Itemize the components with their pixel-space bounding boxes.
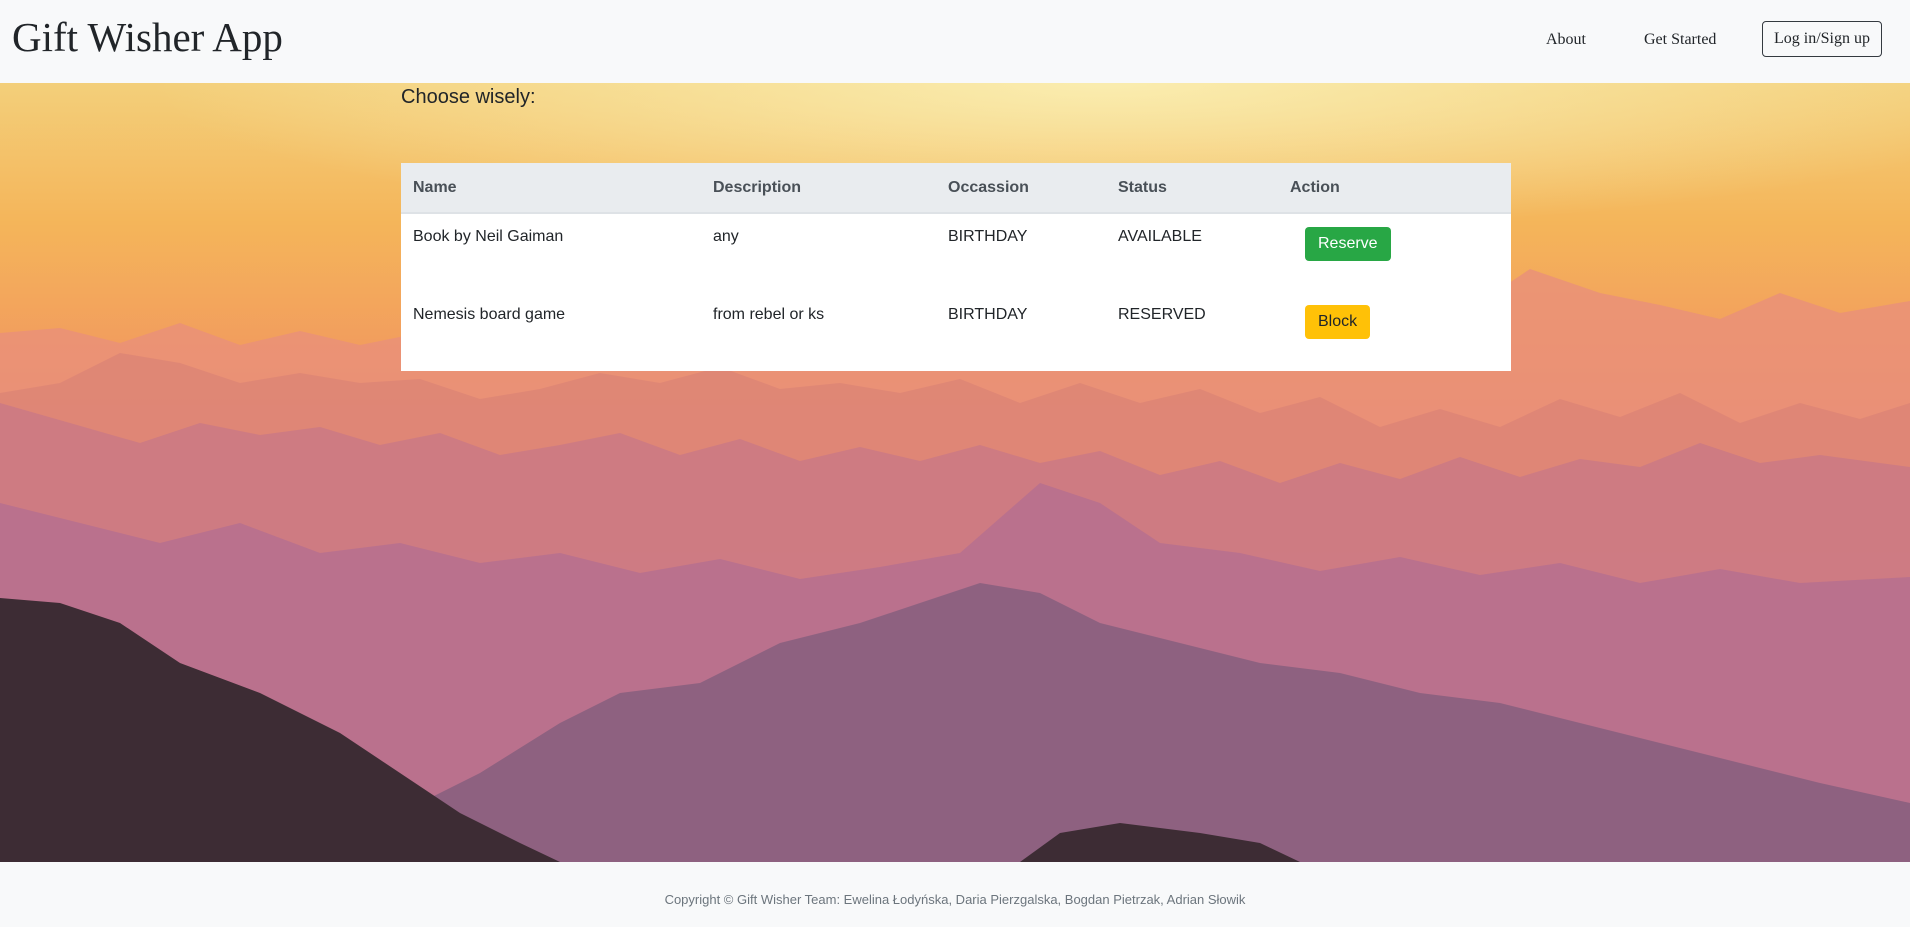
page-heading: Choose wisely: [401, 86, 536, 108]
footer: Copyright © Gift Wisher Team: Ewelina Ło… [0, 862, 1910, 927]
gift-status-cell: AVAILABLE [1118, 228, 1202, 245]
column-header-action: Action [1278, 163, 1511, 214]
block-button[interactable]: Block [1305, 305, 1371, 339]
gift-name-cell: Nemesis board game [413, 306, 566, 323]
gift-occasion-cell: BIRTHDAY [948, 228, 1028, 245]
nav-about-link[interactable]: About [1546, 28, 1586, 52]
login-signup-button[interactable]: Log in/Sign up [1762, 21, 1882, 57]
gift-action-cell: Reserve [1278, 213, 1511, 292]
navbar: Gift Wisher App About Get Started Log in… [0, 0, 1910, 83]
nav-get-started-link[interactable]: Get Started [1644, 28, 1716, 52]
gift-name-cell: Book by Neil Gaiman [413, 228, 564, 245]
table-header-row: Name Description Occassion Status Action [401, 163, 1511, 214]
gift-occasion-cell: BIRTHDAY [948, 306, 1028, 323]
gift-status-cell: RESERVED [1118, 306, 1206, 323]
gifts-table: Name Description Occassion Status Action… [401, 163, 1511, 371]
gift-action-cell: Block [1278, 292, 1511, 371]
column-header-occasion: Occassion [936, 163, 1106, 214]
gift-description-cell: from rebel or ks [713, 306, 825, 323]
table-row: Book by Neil Gaiman any BIRTHDAY AVAILAB… [401, 213, 1511, 292]
copyright-text: Copyright © Gift Wisher Team: Ewelina Ło… [664, 892, 1246, 907]
column-header-name: Name [401, 163, 701, 214]
gift-description-cell: any [713, 228, 739, 245]
column-header-status: Status [1106, 163, 1278, 214]
brand-link[interactable]: Gift Wisher App [12, 12, 283, 62]
table-row: Nemesis board game from rebel or ks BIRT… [401, 292, 1511, 371]
reserve-button[interactable]: Reserve [1305, 227, 1391, 261]
column-header-description: Description [701, 163, 936, 214]
